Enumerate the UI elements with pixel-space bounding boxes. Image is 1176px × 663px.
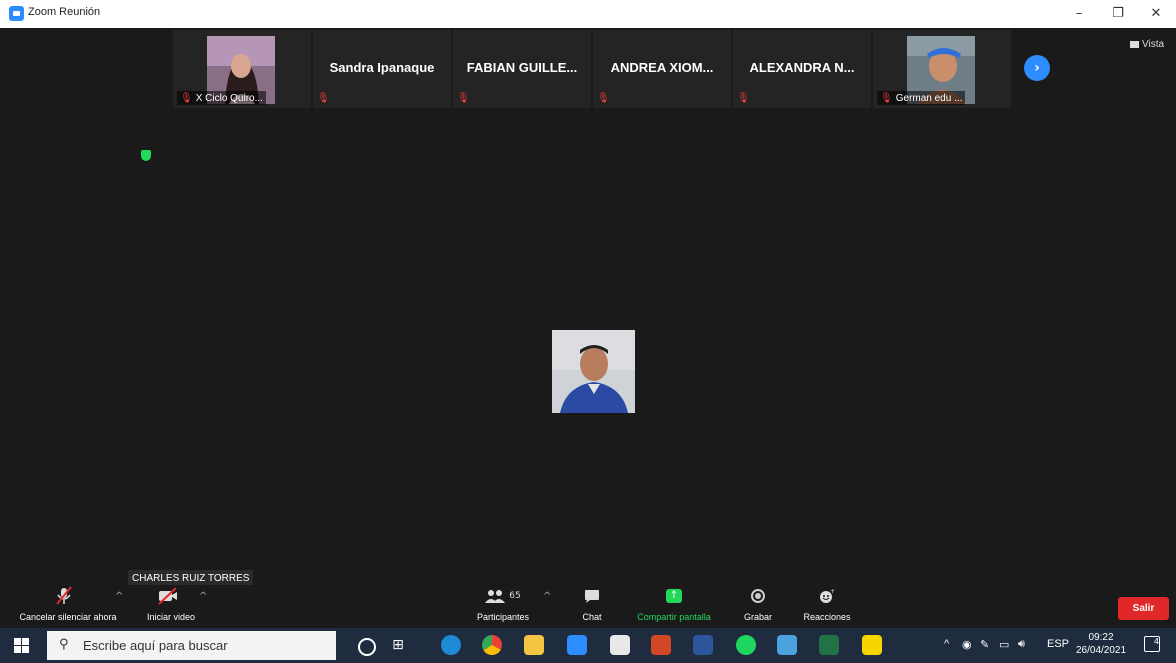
search-icon: ⚲ bbox=[59, 637, 69, 652]
tile-label: 🎙 bbox=[457, 91, 473, 105]
record-label: Grabar bbox=[743, 612, 772, 622]
powerpoint-icon[interactable] bbox=[651, 635, 671, 655]
restore-button[interactable]: ❐ bbox=[1103, 4, 1133, 24]
meeting-toolbar: Cancelar silenciar ahora ^ Iniciar video… bbox=[0, 585, 1176, 628]
participant-tile[interactable]: FABIAN GUILLE... 🎙 bbox=[453, 30, 591, 108]
security-shield-icon bbox=[141, 150, 151, 161]
view-button[interactable]: Vista bbox=[1130, 39, 1164, 50]
participant-tile[interactable]: 🎙 X Ciclo Quiro... bbox=[173, 30, 311, 108]
excel-icon[interactable] bbox=[819, 635, 839, 655]
tile-label: 🎙 bbox=[317, 91, 333, 105]
record-icon bbox=[751, 589, 765, 603]
start-video-button[interactable]: Iniciar video bbox=[138, 585, 204, 628]
windows-taskbar: ⚲ Escribe aquí para buscar ⊞ ^ ◉ ✎ ▭ 🔊︎ … bbox=[0, 628, 1176, 663]
view-label: Vista bbox=[1142, 39, 1165, 50]
share-screen-button[interactable]: ↑ Compartir pantalla bbox=[627, 585, 721, 628]
tile-label: 🎙 bbox=[597, 91, 613, 105]
file-explorer-icon[interactable] bbox=[524, 635, 544, 655]
chrome-icon[interactable] bbox=[482, 635, 502, 655]
meeting-area: 🎙 X Ciclo Quiro... Sandra Ipanaque 🎙 FAB… bbox=[0, 28, 1176, 628]
tile-label: 🎙 X Ciclo Quiro... bbox=[177, 91, 266, 105]
word-icon[interactable] bbox=[693, 635, 713, 655]
participant-name: German edu ... bbox=[895, 92, 963, 104]
notification-center-icon[interactable]: 4 bbox=[1144, 636, 1160, 652]
muted-mic-icon: 🎙 bbox=[180, 92, 193, 104]
share-screen-label: Compartir pantalla bbox=[637, 612, 711, 622]
clock-date: 26/04/2021 bbox=[1076, 645, 1127, 656]
grid-view-icon bbox=[1130, 41, 1139, 48]
participant-name: FABIAN GUILLE... bbox=[466, 60, 578, 75]
taskbar-search-box[interactable]: ⚲ Escribe aquí para buscar bbox=[47, 631, 336, 660]
muted-mic-icon: 🎙 bbox=[880, 92, 893, 104]
reactions-button[interactable]: + Reacciones bbox=[797, 585, 857, 628]
notification-count: 4 bbox=[1153, 637, 1159, 646]
cortana-icon[interactable] bbox=[358, 638, 376, 656]
participant-tile[interactable]: ALEXANDRA N... 🎙 bbox=[733, 30, 871, 108]
active-speaker-video bbox=[552, 330, 635, 413]
sticky-notes-icon[interactable] bbox=[862, 635, 882, 655]
clock-time: 09:22 bbox=[1088, 632, 1114, 643]
spotify-icon[interactable] bbox=[736, 635, 756, 655]
tile-label: 🎙 German edu ... bbox=[877, 91, 966, 105]
show-hidden-icons-icon[interactable]: ^ bbox=[944, 638, 949, 650]
title-bar: Zoom Reunión – ❐ ✕ bbox=[0, 0, 1176, 28]
participants-icon bbox=[485, 590, 506, 603]
chevron-right-icon: › bbox=[1034, 60, 1040, 76]
network-icon[interactable]: ▭ bbox=[999, 638, 1009, 651]
participants-label: Participantes bbox=[476, 612, 530, 622]
meet-now-icon[interactable]: ◉ bbox=[962, 638, 972, 651]
windows-start-icon[interactable] bbox=[14, 638, 29, 653]
participant-name: ALEXANDRA N... bbox=[749, 60, 855, 75]
participant-tile[interactable]: 🎙 German edu ... bbox=[873, 30, 1011, 108]
store-icon[interactable] bbox=[610, 635, 630, 655]
participant-tile[interactable]: Sandra Ipanaque 🎙 bbox=[313, 30, 451, 108]
tile-label: 🎙 bbox=[737, 91, 753, 105]
muted-mic-icon: 🎙 bbox=[737, 92, 750, 104]
task-view-icon[interactable]: ⊞ bbox=[388, 635, 408, 655]
participants-count: 65 bbox=[509, 591, 521, 601]
chat-button[interactable]: Chat bbox=[573, 585, 611, 628]
video-off-icon bbox=[158, 587, 177, 605]
app-icon[interactable] bbox=[777, 635, 797, 655]
pen-icon[interactable]: ✎ bbox=[980, 638, 989, 651]
muted-microphone-icon bbox=[56, 586, 72, 605]
reactions-icon: + bbox=[820, 588, 835, 603]
muted-mic-icon: 🎙 bbox=[457, 92, 470, 104]
next-page-button[interactable]: › bbox=[1024, 55, 1050, 81]
edge-icon[interactable] bbox=[441, 635, 461, 655]
start-video-label: Iniciar video bbox=[146, 612, 196, 622]
chat-label: Chat bbox=[582, 612, 602, 622]
video-options-caret[interactable]: ^ bbox=[199, 591, 207, 602]
share-screen-icon: ↑ bbox=[666, 589, 682, 603]
unmute-label: Cancelar silenciar ahora bbox=[19, 612, 117, 622]
participants-button[interactable]: 65 Participantes bbox=[467, 585, 539, 628]
close-button[interactable]: ✕ bbox=[1141, 4, 1171, 24]
volume-icon[interactable]: 🔊︎ bbox=[1018, 638, 1025, 651]
participant-name: X Ciclo Quiro... bbox=[195, 92, 263, 104]
zoom-taskbar-icon[interactable] bbox=[567, 635, 587, 655]
participant-tile[interactable]: ANDREA XIOM... 🎙 bbox=[593, 30, 731, 108]
chat-icon bbox=[585, 589, 599, 603]
zoom-app-icon bbox=[9, 6, 24, 21]
exit-meeting-button[interactable]: Salir bbox=[1118, 597, 1169, 620]
minimize-button[interactable]: – bbox=[1064, 4, 1094, 24]
system-clock[interactable]: 09:22 26/04/2021 bbox=[1076, 631, 1126, 657]
reactions-label: Reacciones bbox=[803, 612, 851, 622]
participant-name: Sandra Ipanaque bbox=[329, 60, 435, 75]
window-title: Zoom Reunión bbox=[28, 6, 101, 18]
audio-options-caret[interactable]: ^ bbox=[115, 591, 123, 602]
participants-options-caret[interactable]: ^ bbox=[543, 591, 551, 602]
muted-mic-icon: 🎙 bbox=[597, 92, 610, 104]
svg-text:+: + bbox=[830, 588, 835, 595]
language-indicator[interactable]: ESP bbox=[1047, 638, 1069, 650]
record-button[interactable]: Grabar bbox=[737, 585, 779, 628]
muted-mic-icon: 🎙 bbox=[317, 92, 330, 104]
search-placeholder: Escribe aquí para buscar bbox=[83, 638, 228, 653]
participant-name: ANDREA XIOM... bbox=[610, 60, 714, 75]
